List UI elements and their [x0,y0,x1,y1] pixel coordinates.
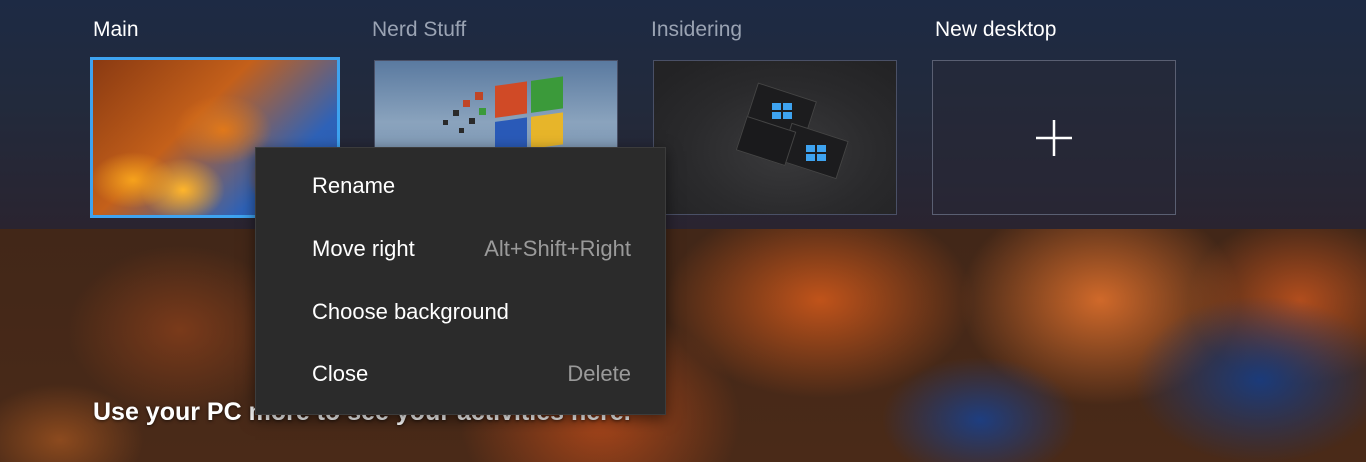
menu-item-rename[interactable]: Rename [256,158,665,216]
insider-cards-thumbnail-image [654,61,896,214]
menu-item-label: Rename [312,173,396,198]
task-view-desktops-bar: Main Nerd Stuff Insidering New desktop [0,0,1366,229]
desktop-main-label: Main [93,18,139,41]
menu-item-label: Move right [312,236,415,261]
desktop-insidering-thumbnail[interactable] [653,60,897,215]
plus-icon [1036,119,1072,156]
menu-item-shortcut: Delete [567,361,631,386]
menu-item-choose-background[interactable]: Choose background [256,284,665,342]
menu-item-shortcut: Alt+Shift+Right [484,236,631,261]
menu-item-label: Choose background [312,299,509,324]
pixel-trail-decoration [435,86,495,146]
desktop-insidering-label: Insidering [651,18,743,41]
desktop-context-menu: Rename Move right Alt+Shift+Right Choose… [255,147,666,415]
windows-logo-icon [495,76,565,156]
menu-item-label: Close [312,361,369,386]
menu-item-close[interactable]: Close Delete [256,346,665,404]
desktop-nerd-stuff-label: Nerd Stuff [372,18,467,41]
windows-logo-icon [772,103,792,119]
new-desktop-label: New desktop [935,18,1057,41]
new-desktop-button[interactable] [932,60,1176,215]
menu-item-move-right[interactable]: Move right Alt+Shift+Right [256,221,665,279]
windows-logo-icon [806,145,826,161]
